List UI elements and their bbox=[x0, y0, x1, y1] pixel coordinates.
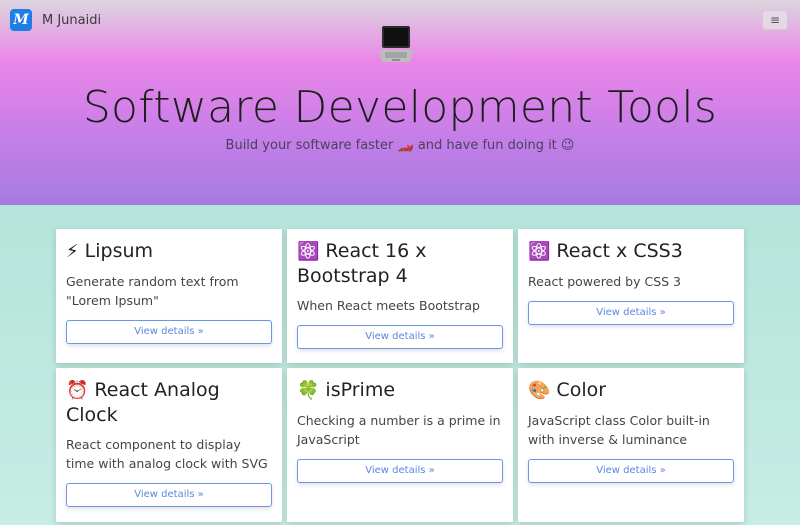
page-title: Software Development Tools bbox=[82, 82, 718, 133]
page-subtitle: Build your software faster 🏎️ and have f… bbox=[225, 138, 575, 153]
card-isprime: 🍀 isPrime Checking a number is a prime in… bbox=[287, 368, 513, 522]
view-details-button[interactable]: View details » bbox=[66, 320, 272, 344]
view-details-button[interactable]: View details » bbox=[297, 459, 503, 483]
view-details-button[interactable]: View details » bbox=[297, 325, 503, 349]
brand-name: M Junaidi bbox=[42, 12, 102, 28]
card-title: 🎨 Color bbox=[528, 379, 607, 401]
card-description: React powered by CSS 3 bbox=[528, 274, 682, 289]
view-details-button[interactable]: View details » bbox=[528, 301, 734, 325]
menu-toggle-button[interactable]: ≡ bbox=[762, 10, 788, 30]
brand-logo: M bbox=[10, 9, 32, 31]
card-title: ⚛️ React 16 x Bootstrap 4 bbox=[297, 240, 427, 287]
view-details-button[interactable]: View details » bbox=[66, 483, 272, 507]
alarm-clock-icon: ⏰ bbox=[66, 380, 89, 401]
card-description: When React meets Bootstrap bbox=[297, 298, 480, 313]
card-description: Generate random text from "Lorem Ipsum" bbox=[66, 274, 239, 308]
brand-link[interactable]: M M Junaidi bbox=[10, 9, 101, 31]
tools-grid: ⚡ Lipsum Generate random text from "Lorem… bbox=[56, 229, 744, 522]
card-color: 🎨 Color JavaScript class Color built-in w… bbox=[518, 368, 744, 522]
navbar: M M Junaidi ≡ bbox=[0, 0, 800, 40]
atom-icon: ⚛️ bbox=[297, 241, 320, 262]
lightning-icon: ⚡ bbox=[66, 241, 79, 262]
card-react-bootstrap: ⚛️ React 16 x Bootstrap 4 When React meet… bbox=[287, 229, 513, 363]
view-details-button[interactable]: View details » bbox=[528, 459, 734, 483]
card-description: React component to display time with ana… bbox=[66, 437, 268, 471]
card-description: Checking a number is a prime in JavaScri… bbox=[297, 413, 501, 447]
palette-icon: 🎨 bbox=[528, 380, 551, 401]
card-description: JavaScript class Color built-in with inv… bbox=[528, 413, 710, 447]
card-title: ⚛️ React x CSS3 bbox=[528, 240, 683, 262]
card-react-css3: ⚛️ React x CSS3 React powered by CSS 3 Vi… bbox=[518, 229, 744, 363]
hamburger-icon: ≡ bbox=[769, 13, 781, 27]
card-title: 🍀 isPrime bbox=[297, 379, 396, 401]
atom-icon: ⚛️ bbox=[528, 241, 551, 262]
clover-icon: 🍀 bbox=[297, 380, 320, 401]
card-react-analog-clock: ⏰ React Analog Clock React component to d… bbox=[56, 368, 282, 522]
card-lipsum: ⚡ Lipsum Generate random text from "Lorem… bbox=[56, 229, 282, 363]
card-title: ⚡ Lipsum bbox=[66, 240, 154, 262]
card-title: ⏰ React Analog Clock bbox=[66, 379, 220, 426]
